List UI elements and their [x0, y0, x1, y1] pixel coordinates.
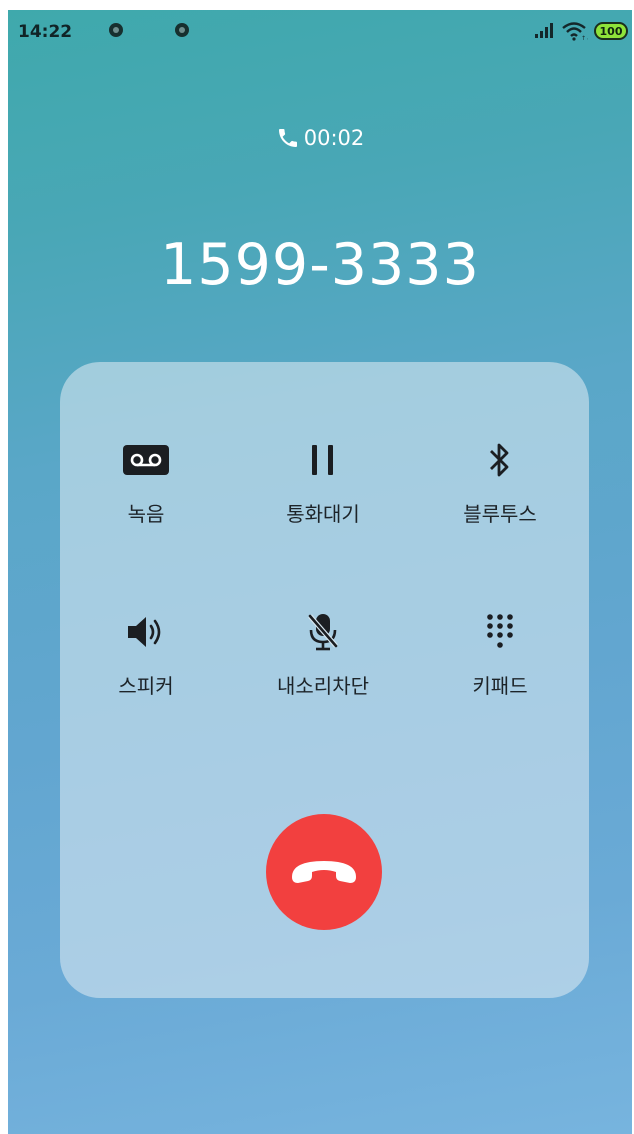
- keypad-icon: [474, 612, 526, 652]
- svg-text:↑↓: ↑↓: [581, 35, 588, 41]
- phone-icon: [278, 129, 297, 147]
- keypad-label: 키패드: [472, 674, 528, 698]
- notification-dot-icon: [175, 23, 189, 37]
- speaker-label: 스피커: [118, 674, 174, 698]
- voicemail-icon: [120, 440, 172, 480]
- call-controls-panel: 녹음 통화대기 블루투스 스피커 내소리차단 키패드: [60, 362, 589, 998]
- record-label: 녹음: [127, 502, 165, 526]
- hold-button[interactable]: 통화대기: [238, 440, 408, 550]
- wifi-icon: ↑↓: [562, 22, 588, 41]
- speaker-button[interactable]: 스피커: [61, 612, 231, 722]
- pause-icon: [297, 440, 349, 480]
- status-bar: 14:22 ↑↓ 100: [8, 10, 632, 54]
- mute-button[interactable]: 내소리차단: [238, 612, 408, 722]
- mute-label: 내소리차단: [277, 674, 369, 698]
- speaker-icon: [120, 612, 172, 652]
- keypad-button[interactable]: 키패드: [415, 612, 585, 722]
- bluetooth-label: 블루투스: [463, 502, 537, 526]
- signal-icon: [535, 23, 553, 38]
- record-button[interactable]: 녹음: [61, 440, 231, 550]
- call-screen: 14:22 ↑↓ 100 00:02: [8, 10, 632, 1134]
- status-icons: ↑↓ 100: [534, 20, 628, 42]
- battery-level: 100: [599, 24, 623, 38]
- bluetooth-icon: [474, 440, 526, 480]
- call-timer: 00:02: [8, 126, 632, 150]
- phone-number: 1599-3333: [160, 232, 480, 298]
- mic-off-icon: [297, 612, 349, 652]
- battery-icon: 100: [594, 22, 628, 40]
- call-duration: 00:02: [303, 126, 365, 150]
- notification-dot-icon: [109, 23, 123, 37]
- status-time: 14:22: [18, 22, 73, 42]
- end-call-button[interactable]: [266, 814, 382, 930]
- hold-label: 통화대기: [286, 502, 360, 526]
- end-call-icon: [292, 861, 356, 883]
- bluetooth-button[interactable]: 블루투스: [415, 440, 585, 550]
